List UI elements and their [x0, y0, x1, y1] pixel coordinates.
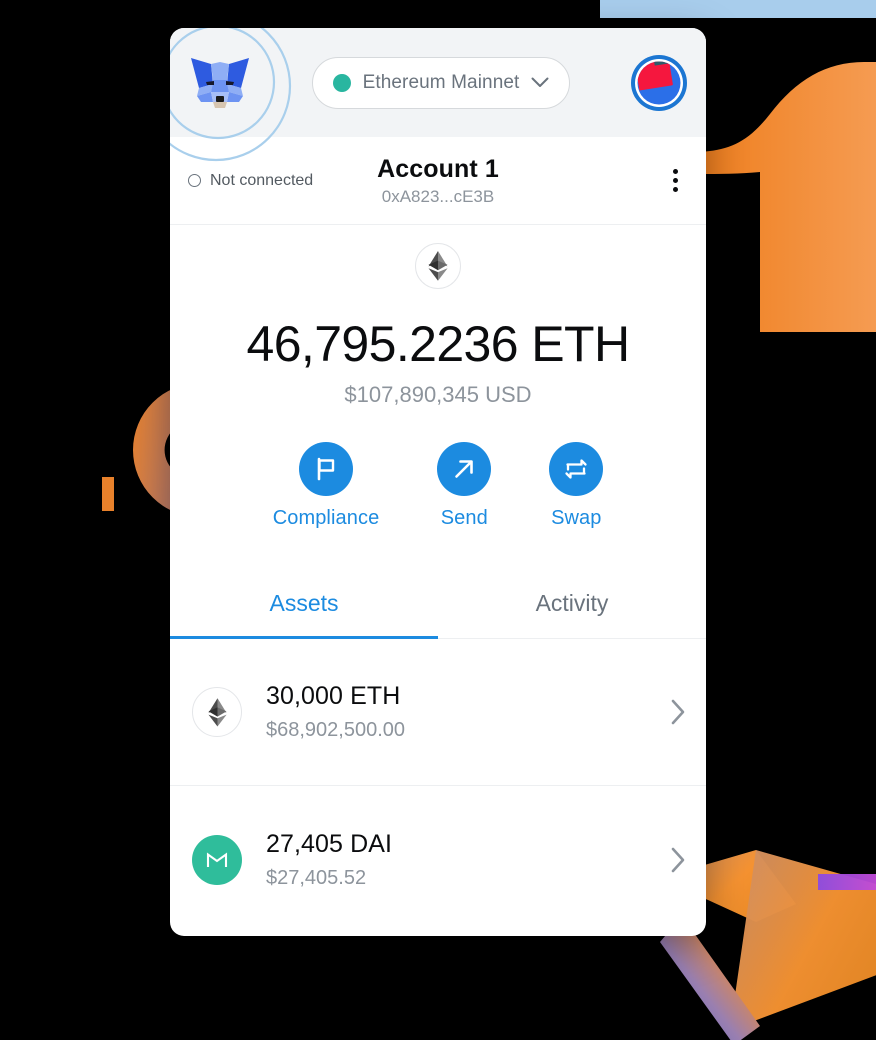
- compliance-button-circle: [298, 442, 353, 496]
- ethereum-icon: [192, 687, 242, 737]
- metamask-fox-svg: [191, 57, 249, 108]
- arrow-up-right-icon: [455, 460, 474, 478]
- kebab-dot: [672, 169, 678, 174]
- chevron-down-icon: [531, 77, 549, 87]
- account-name[interactable]: Account 1: [377, 155, 499, 184]
- decor-orange-hook-svg: [700, 62, 876, 332]
- ethereum-diamond-svg: [428, 251, 448, 281]
- compliance-button[interactable]: Compliance: [273, 442, 380, 530]
- balance-section: 46,795.2236 ETH $107,890,345 USD: [170, 225, 706, 408]
- asset-amount: 27,405 DAI: [266, 829, 393, 858]
- decor-orange-hook-shape: [700, 22, 876, 362]
- chevron-right-icon[interactable]: [670, 699, 686, 725]
- swap-button-label: Swap: [551, 507, 602, 529]
- swap-arrows-icon: [565, 459, 587, 479]
- action-buttons: Compliance Send Swap: [170, 442, 706, 530]
- ethereum-icon: [415, 243, 461, 289]
- account-bar: Not connected Account 1 0xA823...cE3B: [170, 137, 706, 225]
- asset-list: 30,000 ETH $68,902,500.00 27,405 DAI $27…: [170, 639, 706, 933]
- metamask-fox-icon[interactable]: [188, 51, 252, 115]
- kebab-dot: [672, 187, 678, 192]
- screen-canvas: Ethereum Mainnet Not connected Account 1…: [0, 0, 876, 1040]
- connection-status[interactable]: Not connected: [188, 172, 313, 190]
- asset-row-dai[interactable]: 27,405 DAI $27,405.52: [170, 786, 706, 933]
- send-button-circle: [437, 442, 492, 496]
- decor-purple-bar: [818, 874, 876, 890]
- asset-amount: 30,000 ETH: [266, 682, 401, 710]
- compliance-button-label: Compliance: [272, 507, 380, 529]
- chevron-right-icon[interactable]: [670, 847, 686, 873]
- balance-secondary: $107,890,345 USD: [344, 382, 532, 407]
- metamask-wallet-popup: Ethereum Mainnet Not connected Account 1…: [170, 28, 706, 936]
- network-name-label: Ethereum Mainnet: [362, 71, 520, 93]
- maker-dai-icon: [192, 834, 242, 885]
- account-address[interactable]: 0xA823...cE3B: [382, 187, 494, 207]
- tab-assets[interactable]: Assets: [170, 574, 438, 639]
- network-status-dot: [332, 73, 351, 92]
- swap-button-circle: [549, 442, 604, 496]
- asset-fiat-value: $68,902,500.00: [266, 719, 406, 741]
- asset-info: 30,000 ETH $68,902,500.00: [266, 682, 405, 742]
- network-selector[interactable]: Ethereum Mainnet: [311, 56, 571, 109]
- send-button[interactable]: Send: [437, 442, 492, 530]
- maker-logo-svg: [206, 851, 228, 867]
- asset-row-eth[interactable]: 30,000 ETH $68,902,500.00: [170, 639, 706, 786]
- ethereum-diamond-svg: [207, 697, 227, 727]
- wallet-header: Ethereum Mainnet: [170, 28, 706, 162]
- swap-button[interactable]: Swap: [549, 442, 604, 530]
- wallet-tabs: Assets Activity: [170, 574, 706, 639]
- asset-fiat-value: $27,405.52: [266, 866, 367, 889]
- balance-primary: 46,795.2236 ETH: [246, 316, 631, 372]
- flag-icon: [317, 457, 335, 481]
- kebab-menu-icon[interactable]: [662, 168, 688, 194]
- account-avatar[interactable]: [630, 54, 688, 112]
- kebab-dot: [672, 178, 678, 183]
- tab-activity[interactable]: Activity: [438, 574, 706, 639]
- send-button-label: Send: [440, 507, 488, 529]
- connection-status-label: Not connected: [210, 171, 314, 189]
- asset-info: 27,405 DAI $27,405.52: [266, 830, 392, 890]
- empty-circle-icon: [188, 174, 201, 187]
